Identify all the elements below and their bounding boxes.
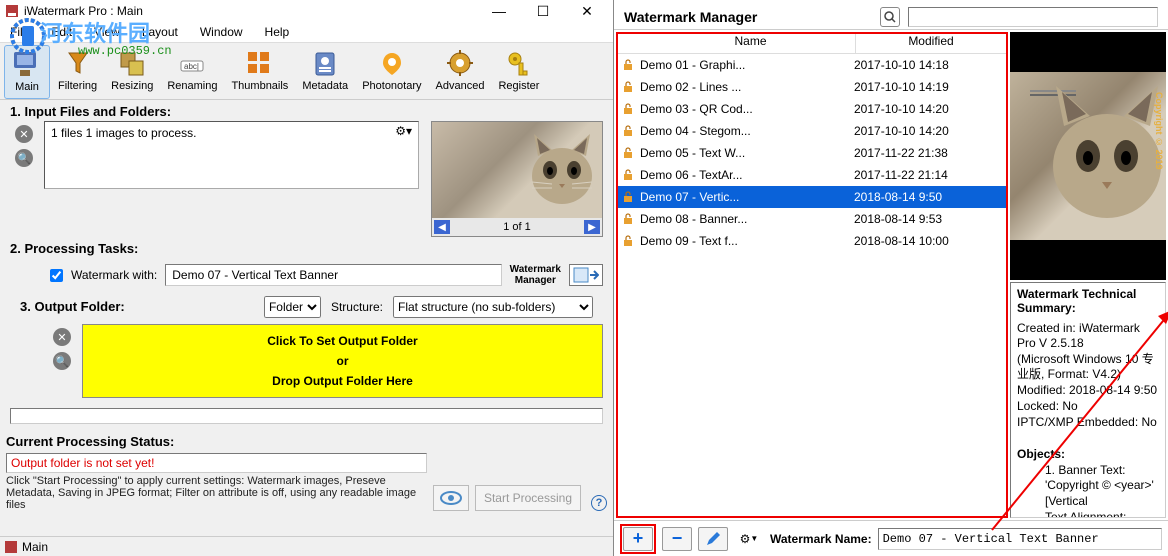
svg-text:abc|: abc|: [184, 62, 199, 71]
watermark-name-label: Watermark Name:: [770, 532, 872, 546]
lock-icon: [620, 59, 636, 71]
add-watermark-button[interactable]: +: [623, 527, 653, 551]
statusbar: Main: [0, 536, 613, 556]
clear-input-button[interactable]: ✕: [15, 125, 33, 143]
toolbar: Main Filtering Resizing abc|Renaming Thu…: [0, 42, 613, 100]
edit-watermark-button[interactable]: [698, 527, 728, 551]
menu-layout[interactable]: Layout: [138, 23, 182, 41]
zoom-output-button[interactable]: 🔍: [53, 352, 71, 370]
tab-register[interactable]: Register: [492, 45, 545, 99]
list-item[interactable]: Demo 07 - Vertic...2018-08-14 9:50: [618, 186, 1006, 208]
input-files-box[interactable]: 1 files 1 images to process. ⚙▾: [44, 121, 419, 189]
cat-image-icon: [524, 128, 600, 208]
col-name[interactable]: Name: [646, 34, 856, 53]
tab-renaming[interactable]: abc|Renaming: [161, 45, 223, 99]
watermark-summary: Watermark Technical Summary: Created in:…: [1010, 282, 1166, 518]
minimize-button[interactable]: —: [477, 0, 521, 22]
list-item[interactable]: Demo 05 - Text W...2017-11-22 21:38: [618, 142, 1006, 164]
col-modified[interactable]: Modified: [856, 34, 1006, 53]
tab-thumbnails[interactable]: Thumbnails: [225, 45, 294, 99]
list-item[interactable]: Demo 09 - Text f...2018-08-14 10:00: [618, 230, 1006, 252]
lock-icon: [620, 191, 636, 203]
site-logo-overlay: [8, 16, 48, 56]
preview-next-button[interactable]: ▶: [584, 220, 600, 234]
menu-help[interactable]: Help: [261, 23, 294, 41]
status-error: Output folder is not set yet!: [6, 453, 427, 473]
watermark-list: Name Modified Demo 01 - Graphi...2017-10…: [616, 32, 1008, 518]
menu-view[interactable]: View: [90, 23, 124, 41]
start-processing-button[interactable]: Start Processing: [475, 485, 581, 511]
lock-icon: [620, 213, 636, 225]
progress-bar: [10, 408, 603, 424]
tab-photonotary[interactable]: Photonotary: [356, 45, 427, 99]
status-description: Click "Start Processing" to apply curren…: [6, 475, 427, 511]
lock-icon: [620, 147, 636, 159]
watermark-name-input[interactable]: [878, 528, 1162, 550]
preview-prev-button[interactable]: ◀: [434, 220, 450, 234]
watermark-preview: Copyright © 2019: [1010, 32, 1166, 280]
list-item[interactable]: Demo 03 - QR Cod...2017-10-10 14:20: [618, 98, 1006, 120]
tab-resizing[interactable]: Resizing: [105, 45, 159, 99]
maximize-button[interactable]: ☐: [521, 0, 565, 22]
menu-window[interactable]: Window: [196, 23, 247, 41]
list-item[interactable]: Demo 01 - Graphi...2017-10-10 14:18: [618, 54, 1006, 76]
menubar: File Edit View Layout Window Help: [0, 22, 613, 42]
input-files-text: 1 files 1 images to process.: [51, 126, 196, 140]
output-folder-dropzone[interactable]: Click To Set Output Folder or Drop Outpu…: [82, 324, 603, 398]
input-settings-icon[interactable]: ⚙▾: [395, 124, 412, 138]
output-type-select[interactable]: Folder: [264, 296, 321, 318]
watermark-with-checkbox[interactable]: [50, 269, 63, 282]
tab-metadata[interactable]: Metadata: [296, 45, 354, 99]
input-files-heading: 1. Input Files and Folders:: [10, 104, 603, 119]
vertical-banner-text: Copyright © 2019: [1154, 92, 1164, 170]
lock-icon: [620, 81, 636, 93]
tab-filtering[interactable]: Filtering: [52, 45, 103, 99]
close-button[interactable]: ✕: [565, 0, 609, 22]
clear-output-button[interactable]: ✕: [53, 328, 71, 346]
list-item[interactable]: Demo 06 - TextAr...2017-11-22 21:14: [618, 164, 1006, 186]
input-preview: ◀ 1 of 1 ▶: [431, 121, 603, 237]
search-input[interactable]: [908, 7, 1158, 27]
structure-select[interactable]: Flat structure (no sub-folders): [393, 296, 593, 318]
wm-manager-title: Watermark Manager: [624, 9, 872, 25]
watermark-select[interactable]: Demo 07 - Vertical Text Banner: [165, 264, 501, 286]
cat-preview-icon: [1042, 76, 1168, 236]
watermark-manager-icon-button[interactable]: [569, 264, 603, 286]
processing-tasks-heading: 2. Processing Tasks:: [10, 241, 603, 256]
lock-icon: [620, 103, 636, 115]
list-item[interactable]: Demo 04 - Stegom...2017-10-10 14:20: [618, 120, 1006, 142]
output-folder-heading: 3. Output Folder:: [20, 299, 125, 314]
lock-icon: [620, 125, 636, 137]
preview-output-button[interactable]: [433, 485, 469, 511]
watermark-manager-button[interactable]: Watermark Manager: [510, 264, 561, 286]
titlebar: iWatermark Pro : Main — ☐ ✕: [0, 0, 613, 22]
settings-watermark-button[interactable]: ⚙▼: [734, 527, 764, 551]
tab-advanced[interactable]: Advanced: [430, 45, 491, 99]
remove-watermark-button[interactable]: −: [662, 527, 692, 551]
lock-icon: [620, 169, 636, 181]
menu-edit[interactable]: Edit: [47, 23, 76, 41]
structure-label: Structure:: [331, 300, 383, 314]
lock-icon: [620, 235, 636, 247]
help-icon[interactable]: ?: [591, 495, 607, 511]
zoom-input-button[interactable]: 🔍: [15, 149, 33, 167]
statusbar-icon: [4, 540, 18, 554]
list-item[interactable]: Demo 02 - Lines ...2017-10-10 14:19: [618, 76, 1006, 98]
preview-counter: 1 of 1: [503, 221, 531, 233]
list-item[interactable]: Demo 08 - Banner...2018-08-14 9:53: [618, 208, 1006, 230]
status-heading: Current Processing Status:: [6, 434, 607, 449]
statusbar-text: Main: [22, 540, 48, 554]
search-icon[interactable]: [880, 7, 900, 27]
watermark-with-label: Watermark with:: [71, 268, 157, 282]
window-title: iWatermark Pro : Main: [24, 4, 477, 18]
